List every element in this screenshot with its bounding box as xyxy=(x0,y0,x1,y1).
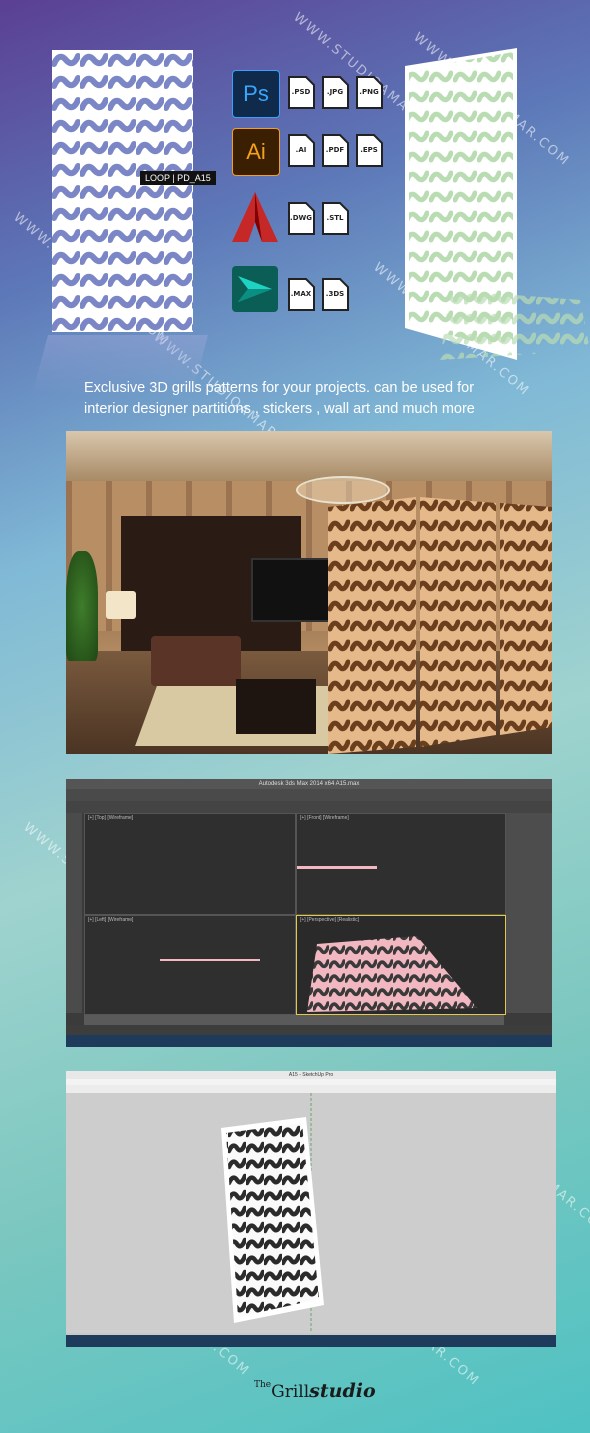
file-icon: .STL xyxy=(320,202,350,236)
file-icon: .AI xyxy=(286,134,316,168)
viewport-label: [+] [Perspective] [Realistic] xyxy=(300,917,360,923)
taskbar[interactable] xyxy=(66,1335,556,1347)
viewport-front[interactable]: [+] [Front] [Wireframe] xyxy=(296,813,506,915)
window-title: Autodesk 3ds Max 2014 x64 A15.max xyxy=(258,781,360,787)
photoshop-icon: Ps xyxy=(232,70,280,118)
toolbar[interactable] xyxy=(66,1085,556,1093)
viewport-label: [+] [Top] [Wireframe] xyxy=(88,815,134,821)
window-titlebar: Autodesk 3ds Max 2014 x64 A15.max xyxy=(66,779,552,789)
brand-main: Grill xyxy=(271,1382,310,1402)
lamp xyxy=(106,591,136,619)
interior-render xyxy=(66,431,552,754)
illustrator-icon-label: Ai xyxy=(246,139,266,164)
sketchup-model xyxy=(221,1093,324,1333)
tagline-line-1: Exclusive 3D grills patterns for your pr… xyxy=(84,380,475,396)
file-icon: .PSD xyxy=(286,76,316,110)
coffee-table xyxy=(236,679,316,734)
illustrator-icon: Ai xyxy=(232,128,280,176)
grill-panel-preview xyxy=(52,50,193,332)
file-icon: .PNG xyxy=(354,76,384,110)
photoshop-icon-label: Ps xyxy=(243,81,269,106)
grill-pattern xyxy=(52,50,193,332)
left-object xyxy=(160,959,260,961)
product-tag-label: LOOP | PD_A15 xyxy=(145,173,211,183)
brand-small: The xyxy=(254,1380,272,1390)
canvas[interactable] xyxy=(66,1093,556,1333)
3dsmax-icon xyxy=(232,266,278,312)
window-title: A15 - SketchUp Pro xyxy=(288,1072,334,1078)
viewport-left[interactable]: [+] [Left] [Wireframe] xyxy=(84,915,296,1015)
brand-logo: TheGrillstudio xyxy=(254,1380,376,1402)
plant xyxy=(66,551,98,661)
viewport-label: [+] [Left] [Wireframe] xyxy=(88,917,134,923)
ribbon[interactable] xyxy=(66,801,552,813)
tagline: Exclusive 3D grills patterns for your pr… xyxy=(84,378,564,420)
file-icon: .3DS xyxy=(320,278,350,312)
brand-accent: studio xyxy=(309,1380,376,1402)
taskbar[interactable] xyxy=(66,1035,552,1047)
panel-shadow xyxy=(440,290,590,360)
file-icon: .JPG xyxy=(320,76,350,110)
sofa xyxy=(151,636,241,686)
viewport-top[interactable]: [+] [Top] [Wireframe] xyxy=(84,813,296,915)
viewport-perspective[interactable]: [+] [Perspective] [Realistic] xyxy=(296,915,506,1015)
grill-partitions xyxy=(328,497,552,754)
tv-screen xyxy=(251,558,333,622)
3dsmax-window: Autodesk 3ds Max 2014 x64 A15.max [+] [T… xyxy=(66,779,552,1047)
front-object xyxy=(297,866,377,869)
autocad-icon xyxy=(232,192,278,242)
command-panel[interactable] xyxy=(506,813,552,1013)
sketchup-window: A15 - SketchUp Pro xyxy=(66,1071,556,1347)
tagline-line-2: interior designer partitions , stickers … xyxy=(84,401,475,417)
perspective-model xyxy=(307,936,477,1012)
status-bar xyxy=(66,1025,552,1035)
timeline[interactable] xyxy=(84,1015,504,1025)
viewport-label: [+] [Front] [Wireframe] xyxy=(300,815,349,821)
window-titlebar: A15 - SketchUp Pro xyxy=(66,1071,556,1079)
file-icon: .MAX xyxy=(286,278,316,312)
ceiling xyxy=(66,431,552,481)
product-tag: LOOP | PD_A15 xyxy=(140,171,216,185)
left-toolbar[interactable] xyxy=(66,813,82,1013)
file-icon: .EPS xyxy=(354,134,384,168)
file-icon: .DWG xyxy=(286,202,316,236)
file-icon: .PDF xyxy=(320,134,350,168)
